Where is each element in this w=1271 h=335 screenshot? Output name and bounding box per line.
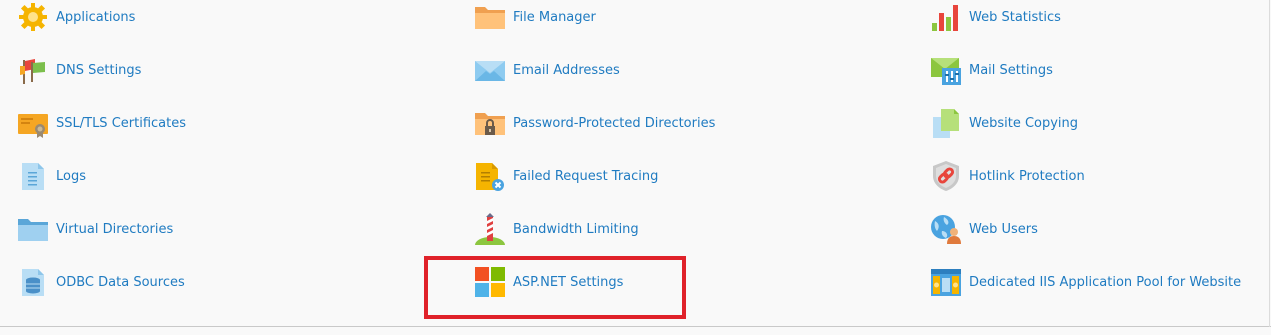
windows-logo-icon: [474, 266, 506, 298]
bar-chart-icon: [930, 1, 962, 33]
password-protected-directories-link[interactable]: Password-Protected Directories: [474, 103, 715, 143]
bottom-divider: [0, 326, 1271, 327]
app-pool-icon: [930, 266, 962, 298]
logs-document-icon: [17, 160, 49, 192]
dns-flags-icon: [17, 54, 49, 86]
certificate-icon: [17, 107, 49, 139]
copy-documents-icon: [930, 107, 962, 139]
mail-settings-icon: [930, 54, 962, 86]
folder-icon: [474, 1, 506, 33]
tools-settings-grid: Applications DNS Settings SSL/TLS Certif…: [0, 0, 1271, 325]
file-manager-link[interactable]: File Manager: [474, 0, 596, 37]
asp-net-settings-link[interactable]: ASP.NET Settings: [474, 262, 623, 302]
item-label: Virtual Directories: [56, 221, 174, 237]
failed-request-tracing-link[interactable]: Failed Request Tracing: [474, 156, 658, 196]
item-label: DNS Settings: [56, 62, 142, 78]
globe-user-icon: [930, 213, 962, 245]
ssl-tls-certificates-link[interactable]: SSL/TLS Certificates: [17, 103, 186, 143]
dedicated-iis-app-pool-link[interactable]: Dedicated IIS Application Pool for Websi…: [930, 262, 1241, 302]
mail-settings-link[interactable]: Mail Settings: [930, 50, 1053, 90]
odbc-data-sources-link[interactable]: ODBC Data Sources: [17, 262, 185, 302]
item-label: Bandwidth Limiting: [513, 221, 639, 237]
item-label: Hotlink Protection: [969, 168, 1085, 184]
item-label: Web Statistics: [969, 9, 1061, 25]
locked-folder-icon: [474, 107, 506, 139]
virtual-directories-link[interactable]: Virtual Directories: [17, 209, 173, 249]
item-label: ODBC Data Sources: [56, 274, 185, 290]
item-label: Failed Request Tracing: [513, 168, 659, 184]
item-label: Mail Settings: [969, 62, 1053, 78]
item-label: Dedicated IIS Application Pool for Websi…: [969, 274, 1242, 290]
item-label: File Manager: [513, 9, 596, 25]
website-copying-link[interactable]: Website Copying: [930, 103, 1078, 143]
dns-settings-link[interactable]: DNS Settings: [17, 50, 141, 90]
item-label: Applications: [56, 9, 136, 25]
chain-shield-icon: [930, 160, 962, 192]
item-label: SSL/TLS Certificates: [56, 115, 186, 131]
bandwidth-pole-icon: [474, 213, 506, 245]
hotlink-protection-link[interactable]: Hotlink Protection: [930, 156, 1085, 196]
item-label: Logs: [56, 168, 86, 184]
right-divider: [1269, 0, 1270, 327]
item-label: Email Addresses: [513, 62, 620, 78]
web-users-link[interactable]: Web Users: [930, 209, 1038, 249]
envelope-icon: [474, 54, 506, 86]
bandwidth-limiting-link[interactable]: Bandwidth Limiting: [474, 209, 639, 249]
folder-icon: [17, 213, 49, 245]
item-label: Website Copying: [969, 115, 1079, 131]
applications-gear-icon: [17, 1, 49, 33]
applications-link[interactable]: Applications: [17, 0, 135, 37]
email-addresses-link[interactable]: Email Addresses: [474, 50, 620, 90]
logs-link[interactable]: Logs: [17, 156, 86, 196]
failed-trace-document-icon: [474, 160, 506, 192]
item-label: Web Users: [969, 221, 1038, 237]
item-label: ASP.NET Settings: [513, 274, 624, 290]
database-document-icon: [17, 266, 49, 298]
item-label: Password-Protected Directories: [513, 115, 716, 131]
web-statistics-link[interactable]: Web Statistics: [930, 0, 1061, 37]
